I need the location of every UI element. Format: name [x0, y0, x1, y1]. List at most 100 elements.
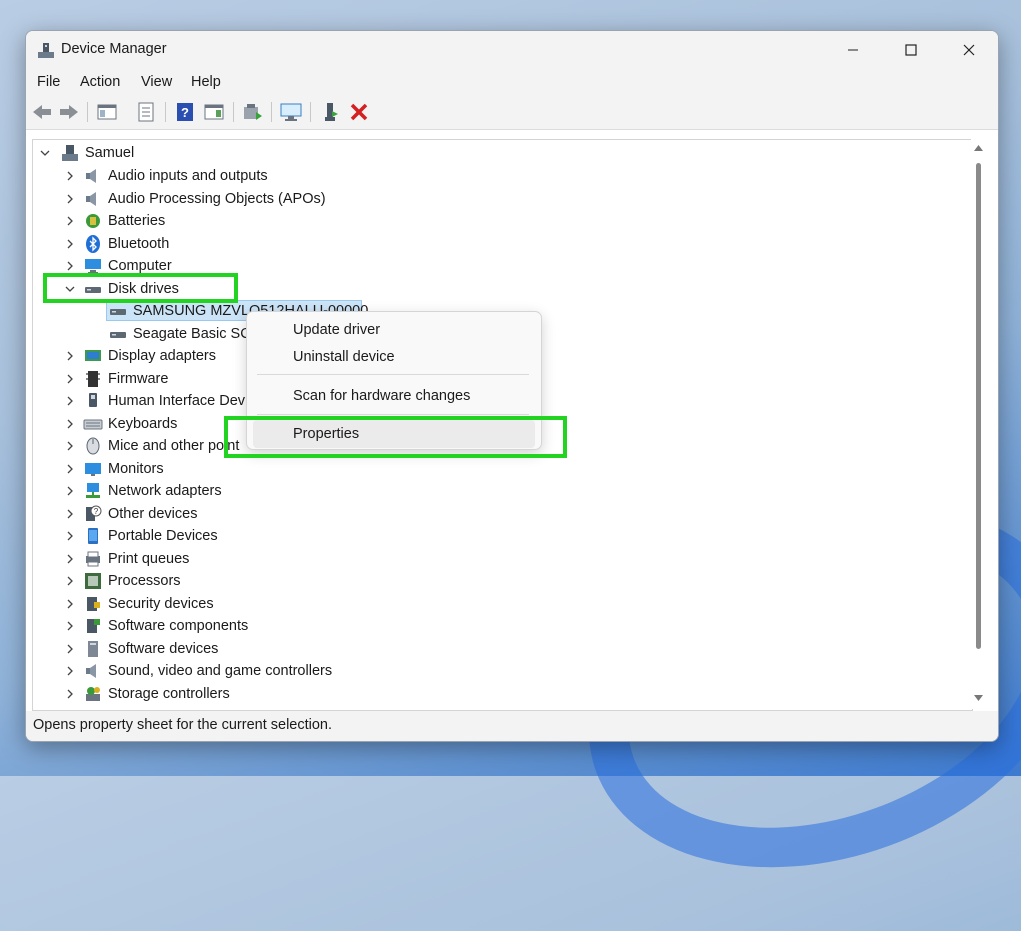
portable-icon [88, 528, 98, 544]
status-bar: Opens property sheet for the current sel… [26, 711, 998, 741]
device-manager-icon [38, 43, 54, 58]
expand-chevron-icon[interactable] [63, 619, 77, 633]
menu-scan-hardware[interactable]: Scan for hardware changes [253, 382, 535, 410]
expand-chevron-icon[interactable] [63, 169, 77, 183]
expand-chevron-icon[interactable] [63, 214, 77, 228]
menu-update-driver[interactable]: Update driver [253, 316, 535, 344]
tree-category-label[interactable]: Security devices [108, 596, 214, 612]
bluetooth-icon [86, 234, 100, 253]
menu-uninstall-device[interactable]: Uninstall device [253, 343, 535, 371]
menu-file[interactable]: File [37, 74, 60, 90]
tree-category-label[interactable]: Audio inputs and outputs [108, 168, 268, 184]
menu-bar: File Action View Help [26, 69, 998, 95]
tree-category-label[interactable]: Firmware [108, 371, 168, 387]
tree-category-label[interactable]: Computer [108, 258, 172, 274]
tree-category-label[interactable]: Batteries [108, 213, 165, 229]
close-icon [963, 44, 975, 56]
expand-chevron-icon[interactable] [63, 507, 77, 521]
computer-root-icon [62, 145, 78, 161]
tree-category-label[interactable]: Other devices [108, 506, 197, 522]
tree-category-label[interactable]: Audio Processing Objects (APOs) [108, 191, 326, 207]
expand-chevron-icon[interactable] [63, 664, 77, 678]
title-bar: Device Manager [26, 31, 998, 69]
close-button[interactable] [940, 31, 998, 69]
properties-icon [138, 102, 154, 122]
expand-chevron-icon[interactable] [63, 192, 77, 206]
console-tree-icon [97, 104, 117, 120]
expand-chevron-icon[interactable] [63, 349, 77, 363]
minimize-icon [848, 49, 858, 51]
action-pane-button[interactable] [202, 100, 226, 124]
uninstall-button[interactable] [347, 100, 371, 124]
tree-category-label[interactable]: Processors [108, 573, 181, 589]
scan-hardware-button[interactable] [279, 100, 303, 124]
tree-category-label[interactable]: Storage controllers [108, 686, 230, 702]
expand-chevron-icon[interactable] [63, 372, 77, 386]
toolbar-separator [165, 102, 166, 122]
update-driver-button[interactable] [241, 100, 265, 124]
other-icon: ? [86, 505, 102, 521]
menu-help[interactable]: Help [191, 74, 221, 90]
expand-chevron-icon[interactable] [63, 394, 77, 408]
toolbar-separator [271, 102, 272, 122]
show-hide-console-tree-button[interactable] [95, 100, 119, 124]
svg-text:?: ? [181, 105, 189, 120]
firmware-icon [86, 370, 100, 387]
expand-chevron-icon[interactable] [63, 574, 77, 588]
tree-category-label[interactable]: Display adapters [108, 348, 216, 364]
tree-category-label[interactable]: Monitors [108, 461, 164, 477]
window-title: Device Manager [61, 41, 167, 57]
svg-text:?: ? [94, 507, 99, 516]
expand-chevron-icon[interactable] [63, 552, 77, 566]
forward-button[interactable] [57, 100, 81, 124]
scroll-up-icon[interactable] [974, 145, 983, 151]
maximize-button[interactable] [882, 31, 940, 69]
menu-action[interactable]: Action [80, 74, 120, 90]
properties-toolbar-button[interactable] [134, 100, 158, 124]
monitor-icon [85, 462, 101, 476]
menu-separator [257, 374, 529, 375]
expand-chevron-icon[interactable] [63, 597, 77, 611]
processor-icon [85, 573, 101, 589]
scroll-down-icon[interactable] [974, 695, 983, 701]
tree-category-label[interactable]: Mice and other point [108, 438, 239, 454]
expand-chevron-icon[interactable] [63, 642, 77, 656]
enable-device-icon [325, 103, 338, 121]
tree-category-label[interactable]: Bluetooth [108, 236, 169, 252]
expand-chevron-icon[interactable] [63, 529, 77, 543]
expand-chevron-icon[interactable] [63, 439, 77, 453]
tree-category-label[interactable]: Print queues [108, 551, 189, 567]
keyboard-icon [83, 419, 103, 429]
tree-category-label[interactable]: Human Interface Dev [108, 393, 245, 409]
tree-category-label[interactable]: Software components [108, 618, 248, 634]
tree-category-label[interactable]: Software devices [108, 641, 218, 657]
tree-category-label[interactable]: Keyboards [108, 416, 177, 432]
expand-chevron-icon[interactable] [63, 237, 77, 251]
status-text: Opens property sheet for the current sel… [33, 717, 333, 733]
menu-view[interactable]: View [141, 74, 172, 90]
network-icon [86, 483, 100, 498]
tree-category-label[interactable]: Network adapters [108, 483, 222, 499]
menu-uninstall-device-label: Uninstall device [293, 349, 395, 365]
minimize-button[interactable] [824, 31, 882, 69]
expand-chevron-icon[interactable] [63, 417, 77, 431]
tree-device-label[interactable]: Seagate Basic SCS [133, 326, 260, 342]
expand-chevron-icon[interactable] [63, 484, 77, 498]
maximize-icon [905, 44, 917, 56]
expand-chevron-icon[interactable] [63, 259, 77, 273]
speaker-icon [86, 191, 96, 206]
tree-root-label[interactable]: Samuel [85, 145, 134, 161]
tree-category-label[interactable]: Sound, video and game controllers [108, 663, 332, 679]
scroll-thumb[interactable] [976, 163, 981, 649]
menu-separator [257, 414, 529, 415]
expand-chevron-icon[interactable] [63, 462, 77, 476]
back-button[interactable] [30, 100, 54, 124]
expand-chevron-icon[interactable] [63, 687, 77, 701]
vertical-scrollbar[interactable] [971, 139, 986, 709]
enable-device-button[interactable] [319, 100, 343, 124]
collapse-chevron-icon[interactable] [38, 146, 52, 160]
highlight-properties [224, 416, 567, 458]
uninstall-icon [350, 103, 368, 121]
help-toolbar-button[interactable]: ? [173, 100, 197, 124]
tree-category-label[interactable]: Portable Devices [108, 528, 218, 544]
